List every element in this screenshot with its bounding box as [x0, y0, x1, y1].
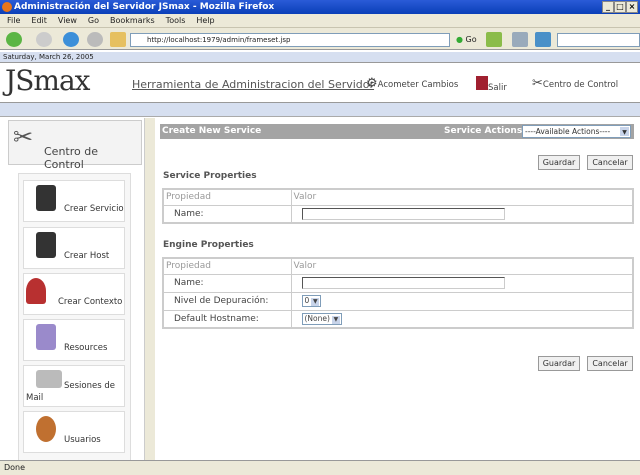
jar-icon — [26, 278, 46, 304]
sidebar-item-crear-contexto[interactable]: Crear Contexto — [23, 273, 125, 315]
forward-icon[interactable] — [36, 32, 52, 47]
debug-level-select[interactable]: 0 ▼ — [301, 295, 322, 307]
chevron-down-icon: ▼ — [311, 298, 320, 306]
column-header: Valor — [290, 188, 634, 206]
window-titlebar: Administración del Servidor JSmax - Mozi… — [0, 0, 640, 14]
menu-help[interactable]: Help — [196, 16, 214, 25]
service-properties-table: Propiedad Valor Name: — [162, 188, 634, 224]
table-row: Name: — [162, 273, 634, 293]
sidebar-item-sesiones-mail[interactable]: Sesiones de Mail — [23, 365, 125, 407]
table-row: Default Hostname: (None) ▼ — [162, 309, 634, 329]
sidebar-item-resources[interactable]: Resources — [23, 319, 125, 361]
tools-icon: ✂ — [532, 76, 543, 91]
service-actions-select[interactable]: ----Available Actions---- ▼ — [522, 125, 631, 138]
column-header: Propiedad — [162, 257, 292, 275]
column-header: Valor — [290, 257, 634, 275]
server-icon — [36, 232, 56, 258]
back-icon[interactable] — [6, 32, 22, 47]
save-button[interactable]: Guardar — [538, 155, 580, 170]
menu-file[interactable]: File — [7, 16, 20, 25]
save-button-bottom[interactable]: Guardar — [538, 356, 580, 371]
app-title-link[interactable]: Herramienta de Administracion del Servid… — [132, 78, 374, 91]
toolbar-icon-2[interactable] — [535, 32, 551, 47]
menu-go[interactable]: Go — [88, 16, 99, 25]
table-row: Name: — [162, 204, 634, 224]
jsmax-logo: JSmax — [5, 64, 90, 97]
maximize-button[interactable]: □ — [614, 1, 626, 13]
exit-link[interactable]: Salir — [476, 76, 507, 93]
menubar: File Edit View Go Bookmarks Tools Help — [0, 14, 640, 28]
menu-tools[interactable]: Tools — [166, 16, 186, 25]
commit-changes-link[interactable]: ⚙Acometer Cambios — [366, 76, 458, 91]
table-row: Nivel de Depuración: 0 ▼ — [162, 291, 634, 311]
engine-name-input[interactable] — [301, 277, 505, 289]
header-band — [0, 103, 640, 117]
cancel-button-bottom[interactable]: Cancelar — [587, 356, 633, 371]
engine-properties-heading: Engine Properties — [163, 240, 254, 250]
users-icon — [36, 416, 56, 442]
home-icon[interactable] — [110, 32, 126, 47]
search-box[interactable] — [557, 33, 640, 47]
sidebar-scrollbar[interactable] — [144, 118, 155, 460]
control-center-link[interactable]: ✂Centro de Control — [532, 76, 618, 91]
server-icon — [36, 185, 56, 211]
engine-properties-table: Propiedad Valor Name: Nivel de Depuración… — [162, 257, 634, 329]
gears-icon: ⚙ — [366, 76, 378, 91]
resources-icon — [36, 324, 56, 350]
status-bar: Done — [0, 460, 640, 475]
page-title: Create New Service — [162, 126, 262, 136]
exit-icon — [476, 76, 488, 90]
window-title: Administración del Servidor JSmax - Mozi… — [14, 2, 275, 12]
cancel-button[interactable]: Cancelar — [587, 155, 633, 170]
minimize-button[interactable]: _ — [602, 1, 614, 13]
stop-icon[interactable] — [87, 32, 103, 47]
go-button[interactable]: ● Go — [456, 35, 477, 44]
menu-view[interactable]: View — [58, 16, 77, 25]
chevron-down-icon: ▼ — [620, 127, 629, 136]
firefox-icon — [2, 2, 12, 12]
menu-edit[interactable]: Edit — [31, 16, 47, 25]
url-bar[interactable]: http://localhost:1979/admin/frameset.jsp — [130, 33, 450, 47]
sidebar-item-crear-servicio[interactable]: Crear Servicio — [23, 180, 125, 222]
column-header: Propiedad — [162, 188, 292, 206]
extension-icon[interactable] — [486, 32, 502, 47]
reload-icon[interactable] — [63, 32, 79, 47]
date-label: Saturday, March 26, 2005 — [0, 52, 640, 63]
service-properties-heading: Service Properties — [163, 171, 257, 181]
default-hostname-select[interactable]: (None) ▼ — [301, 312, 342, 325]
sidebar-title: ✂ Centro de Control — [8, 120, 142, 171]
service-actions-label: Service Actions — [444, 126, 523, 136]
tools-icon: ✂ — [13, 123, 34, 151]
menu-bookmarks[interactable]: Bookmarks — [110, 16, 155, 25]
close-button[interactable]: × — [626, 1, 638, 13]
toolbar-icon[interactable] — [512, 32, 528, 47]
chevron-down-icon: ▼ — [331, 315, 340, 324]
sidebar-item-usuarios[interactable]: Usuarios — [23, 411, 125, 453]
service-name-input[interactable] — [301, 207, 505, 220]
sidebar-item-crear-host[interactable]: Crear Host — [23, 227, 125, 269]
